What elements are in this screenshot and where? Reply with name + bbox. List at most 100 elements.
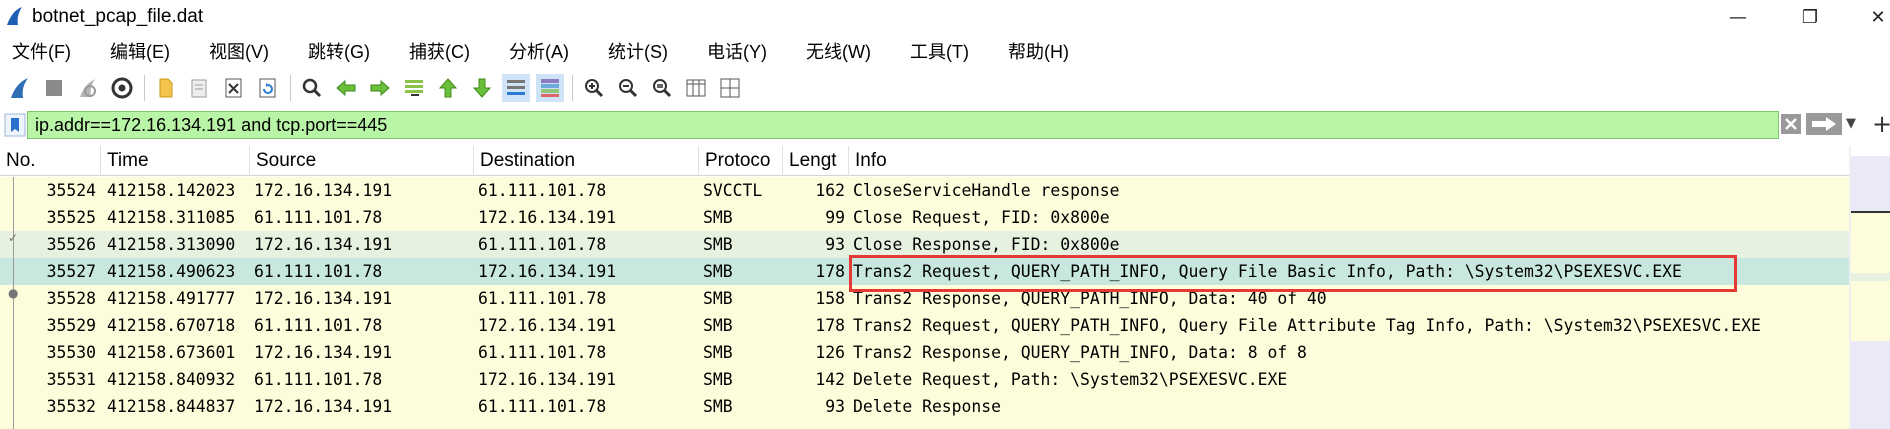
find-packet-icon [302,78,322,98]
stop-capture-button[interactable] [40,74,68,102]
packet-destination: 61.111.101.78 [478,343,607,362]
zoom-out-button[interactable] [614,74,642,102]
packet-minimap[interactable] [1851,146,1890,429]
restart-capture-button[interactable] [74,74,102,102]
close-file-button[interactable] [220,74,248,102]
packet-source: 172.16.134.191 [254,181,393,200]
column-header-length[interactable]: Lengt [783,146,849,176]
menu-go[interactable]: 跳转(G) [302,38,376,64]
packet-destination: 172.16.134.191 [478,370,617,389]
clear-filter-icon[interactable] [1780,113,1802,135]
zoom-normal-icon [653,79,672,98]
packet-row[interactable]: 35526 412158.313090 172.16.134.191 61.11… [0,231,1849,258]
packet-info: Trans2 Request, QUERY_PATH_INFO, Query F… [853,316,1761,335]
auto-scroll-button[interactable] [502,74,530,102]
go-to-packet-button[interactable] [400,74,428,102]
packet-no: 35527 [46,262,96,281]
packet-protocol: SMB [703,370,733,389]
packet-row[interactable]: 35525 412158.311085 61.111.101.78 172.16… [0,204,1849,231]
column-header-info[interactable]: Info [849,146,1849,176]
packet-time: 412158.142023 [107,181,236,200]
packet-length: 162 [815,181,845,200]
menu-analyze[interactable]: 分析(A) [503,38,575,64]
packet-time: 412158.673601 [107,343,236,362]
menu-capture[interactable]: 捕获(C) [403,38,476,64]
packet-source: 61.111.101.78 [254,316,383,335]
reload-icon [259,78,276,98]
menu-telephony[interactable]: 电话(Y) [701,38,773,64]
menu-wireless[interactable]: 无线(W) [800,38,877,64]
find-packet-button[interactable] [298,74,326,102]
packet-row[interactable]: 35531 412158.840932 61.111.101.78 172.16… [0,366,1849,393]
packet-protocol: SMB [703,289,733,308]
filter-history-dropdown-icon[interactable]: ▼ [1846,116,1862,132]
open-file-button[interactable] [152,74,180,102]
open-file-icon [159,78,173,98]
packet-row-partial[interactable] [0,420,1849,429]
packet-time: 412158.313090 [107,235,236,254]
packet-destination: 172.16.134.191 [478,262,617,281]
go-forward-button[interactable] [366,74,394,102]
colorize-button[interactable] [536,74,564,102]
packet-protocol: SMB [703,316,733,335]
packet-length: 99 [825,208,845,227]
last-packet-button[interactable] [468,74,496,102]
resize-columns-icon [686,79,706,97]
capture-options-button[interactable] [108,74,136,102]
apply-filter-arrow-icon[interactable] [1806,113,1842,135]
go-back-button[interactable] [332,74,360,102]
file-set-button[interactable] [186,74,214,102]
display-filter-input[interactable]: ip.addr==172.16.134.191 and tcp.port==44… [27,111,1779,139]
column-header-protocol[interactable]: Protoco [699,146,783,176]
packet-source: 172.16.134.191 [254,397,393,416]
filter-bookmark-icon[interactable] [4,113,26,137]
menu-bar: 文件(F) 编辑(E) 视图(V) 跳转(G) 捕获(C) 分析(A) 统计(S… [0,36,1890,66]
minimize-button[interactable]: — [1710,0,1766,34]
close-button[interactable]: ✕ [1850,0,1890,34]
packet-source: 61.111.101.78 [254,370,383,389]
zoom-normal-button[interactable] [648,74,676,102]
packet-time: 412158.491777 [107,289,236,308]
packet-row[interactable]: 35524 412158.142023 172.16.134.191 61.11… [0,177,1849,204]
menu-edit[interactable]: 编辑(E) [104,38,176,64]
column-header-destination[interactable]: Destination [474,146,699,176]
packet-source: 172.16.134.191 [254,343,393,362]
menu-file[interactable]: 文件(F) [6,38,77,64]
packet-row[interactable]: 35532 412158.844837 172.16.134.191 61.11… [0,393,1849,420]
packet-info: Delete Request, Path: \System32\PSEXESVC… [853,370,1288,389]
packet-row[interactable]: 35530 412158.673601 172.16.134.191 61.11… [0,339,1849,366]
related-packets-line [13,177,14,429]
window-title: botnet_pcap_file.dat [32,6,204,27]
packet-row[interactable]: 35529 412158.670718 61.111.101.78 172.16… [0,312,1849,339]
packet-time: 412158.490623 [107,262,236,281]
start-capture-button[interactable] [6,74,34,102]
minimap-band [1851,281,1890,341]
menu-view[interactable]: 视图(V) [203,38,275,64]
shark-fin-start-icon [11,78,28,98]
packet-protocol: SMB [703,262,733,281]
packet-protocol: SMB [703,235,733,254]
column-header-time[interactable]: Time [101,146,250,176]
packet-destination: 172.16.134.191 [478,316,617,335]
restart-capture-icon [80,79,96,97]
packet-length: 93 [825,235,845,254]
column-header-no[interactable]: No. [0,146,101,176]
menu-tools[interactable]: 工具(T) [904,38,975,64]
reload-button[interactable] [254,74,282,102]
colorize-icon [541,79,559,97]
add-filter-button-icon[interactable]: + [1872,110,1890,138]
packet-source: 172.16.134.191 [254,235,393,254]
packet-source: 61.111.101.78 [254,262,383,281]
menu-help[interactable]: 帮助(H) [1002,38,1075,64]
packet-length: 93 [825,397,845,416]
first-packet-button[interactable] [434,74,462,102]
maximize-button[interactable]: ❐ [1782,0,1838,34]
column-header-source[interactable]: Source [250,146,474,176]
expand-subtrees-button[interactable] [716,74,744,102]
zoom-in-button[interactable] [580,74,608,102]
menu-statistics[interactable]: 统计(S) [602,38,674,64]
packet-info: Trans2 Response, QUERY_PATH_INFO, Data: … [853,343,1307,362]
packet-no: 35530 [46,343,96,362]
packet-source: 172.16.134.191 [254,289,393,308]
resize-columns-button[interactable] [682,74,710,102]
